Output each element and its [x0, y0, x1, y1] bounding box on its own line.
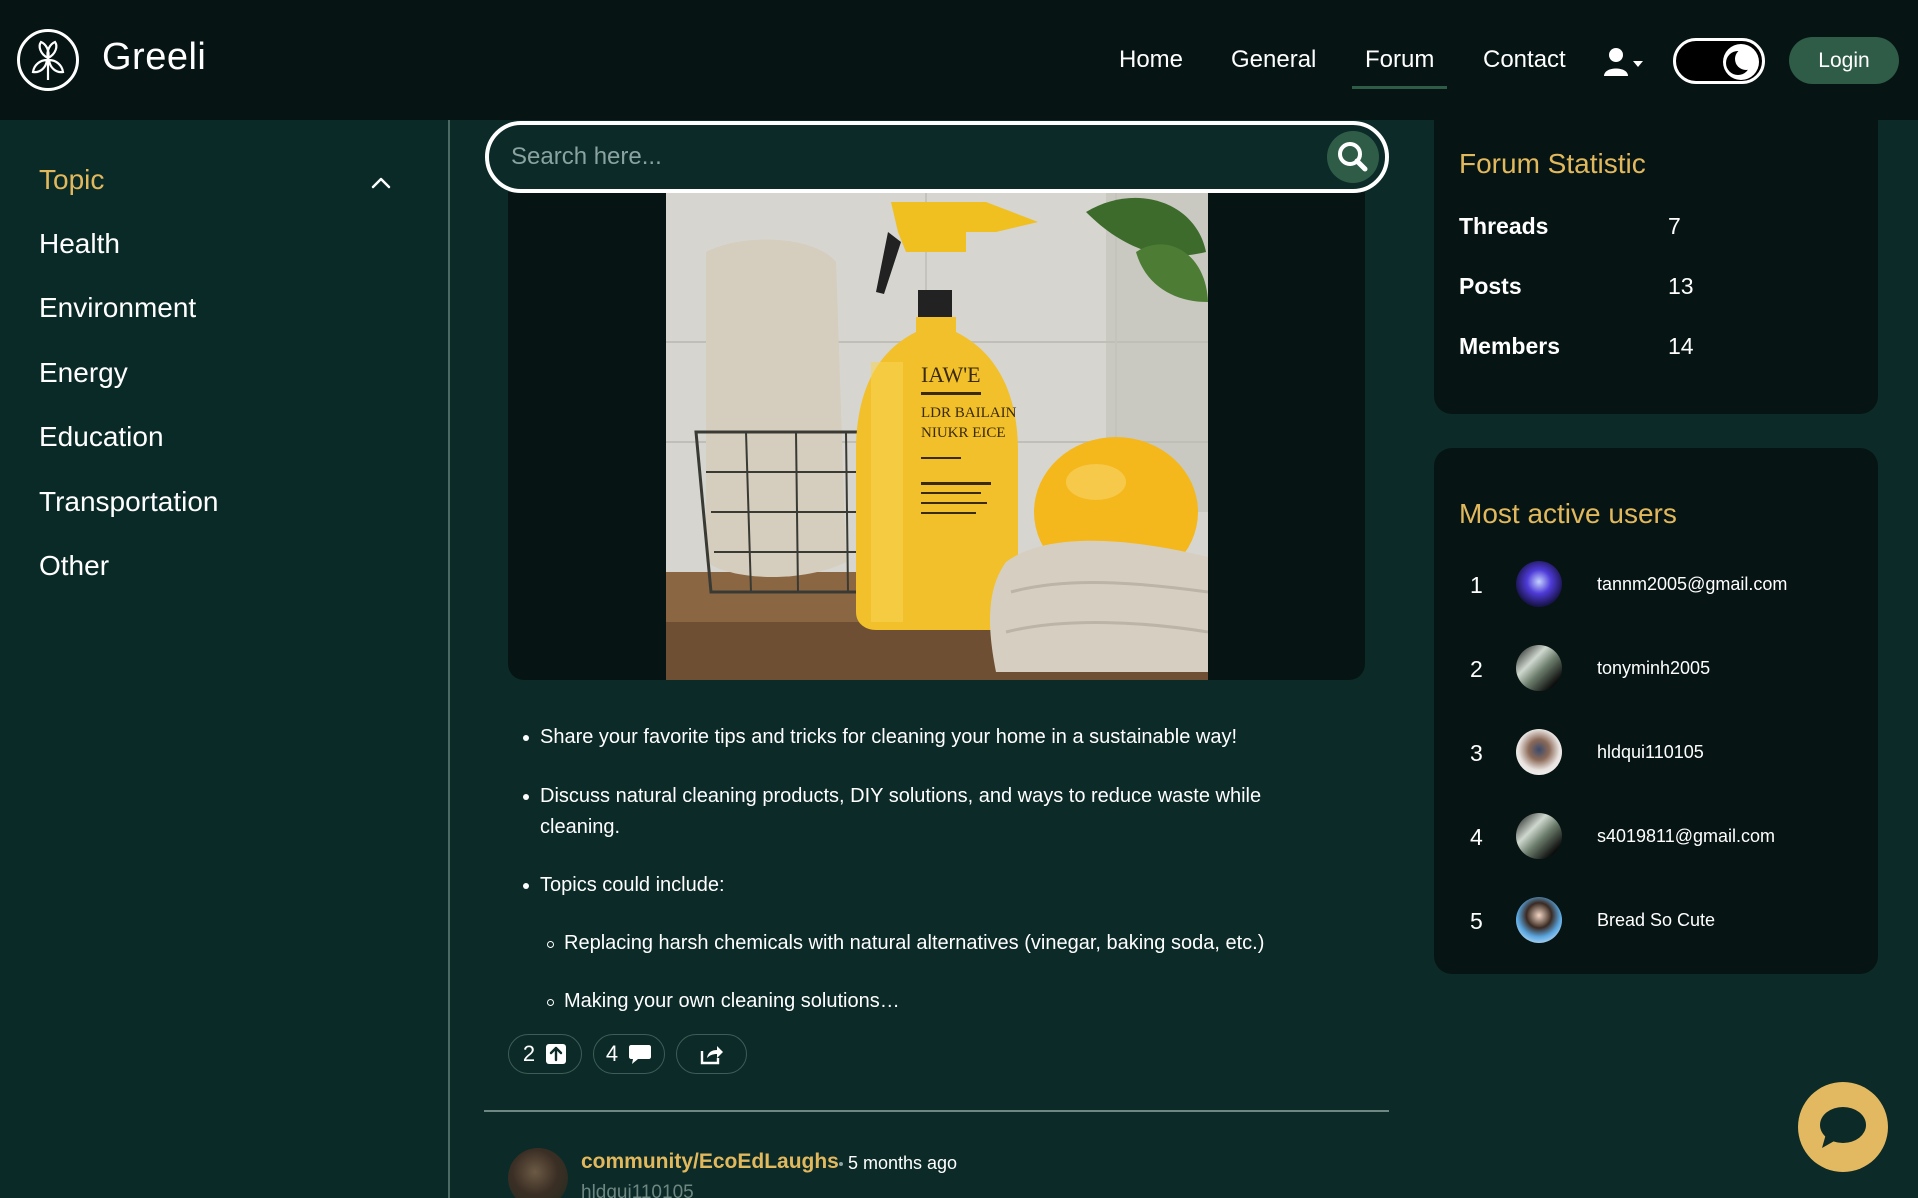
active-user-name[interactable]: tannm2005@gmail.com: [1597, 574, 1787, 595]
sidebar-item-other[interactable]: Other: [39, 550, 109, 582]
post-sub-bullet: Making your own cleaning solutions…: [547, 986, 900, 1017]
sidebar-item-health[interactable]: Health: [39, 228, 120, 260]
chevron-up-icon[interactable]: [370, 172, 392, 194]
community-link[interactable]: community/EcoEdLaughs: [581, 1150, 839, 1174]
user-menu-button[interactable]: [1600, 46, 1648, 80]
upvote-count: 2: [522, 1041, 536, 1066]
svg-text:NIUKR EICE: NIUKR EICE: [921, 425, 1006, 441]
sidebar-item-energy[interactable]: Energy: [39, 357, 128, 389]
avatar[interactable]: [1516, 645, 1562, 691]
upvote-button[interactable]: 2: [508, 1034, 582, 1074]
stat-value-threads: 7: [1668, 213, 1681, 239]
comments-button[interactable]: 4: [593, 1034, 665, 1074]
stat-label-posts: Posts: [1459, 273, 1522, 299]
nav-forum[interactable]: Forum: [1365, 46, 1434, 74]
theme-toggle[interactable]: [1673, 38, 1765, 84]
nav-home[interactable]: Home: [1119, 46, 1183, 74]
post-bullet: Discuss natural cleaning products, DIY s…: [522, 781, 1261, 812]
post-bullet: Share your favorite tips and tricks for …: [522, 722, 1237, 753]
top-navbar: Greeli Home General Forum Contact Login: [0, 0, 1918, 120]
stat-value-members: 14: [1668, 333, 1694, 359]
active-user-name[interactable]: hldqui110105: [1597, 742, 1704, 763]
search-icon: [1338, 142, 1368, 172]
post-image[interactable]: IAW'E LDR BAILAIN NIUKR EICE: [666, 192, 1208, 680]
user-rank: 5: [1470, 908, 1483, 934]
search-input[interactable]: [511, 141, 1291, 173]
user-rank: 4: [1470, 824, 1483, 850]
post-timestamp: 5 months ago: [848, 1153, 958, 1173]
avatar[interactable]: [508, 1148, 568, 1198]
active-user-name[interactable]: Bread So Cute: [1597, 910, 1715, 931]
brand-name[interactable]: Greeli: [102, 36, 206, 79]
most-active-users-card: Most active users 1 tannm2005@gmail.com …: [1434, 448, 1878, 974]
stat-value-posts: 13: [1668, 273, 1694, 299]
post-author[interactable]: hldqui110105: [581, 1182, 694, 1198]
active-user-name[interactable]: tonyminh2005: [1597, 658, 1710, 679]
avatar[interactable]: [1516, 561, 1562, 607]
comment-icon: [629, 1045, 652, 1064]
post-sub-bullet: Replacing harsh chemicals with natural a…: [546, 928, 1264, 959]
stat-label-threads: Threads: [1459, 213, 1549, 239]
chat-button[interactable]: [1798, 1082, 1888, 1172]
sidebar-item-environment[interactable]: Environment: [39, 292, 196, 324]
post-divider: [484, 1110, 1389, 1112]
avatar[interactable]: [1516, 729, 1562, 775]
stat-label-members: Members: [1459, 333, 1560, 359]
avatar[interactable]: [1516, 897, 1562, 943]
post-bullet: Topics could include:: [523, 870, 725, 901]
caret-down-icon: [1633, 61, 1643, 67]
user-rank: 2: [1470, 656, 1483, 682]
active-user-name[interactable]: s4019811@gmail.com: [1597, 826, 1775, 847]
user-rank: 3: [1470, 740, 1483, 766]
user-icon: [1604, 48, 1643, 76]
post-bullet-continuation: cleaning.: [540, 812, 620, 843]
sidebar-item-transportation[interactable]: Transportation: [39, 486, 219, 518]
forum-statistic-title: Forum Statistic: [1459, 148, 1646, 179]
user-rank: 1: [1470, 572, 1483, 598]
upvote-icon: [546, 1044, 567, 1064]
svg-text:IAW'E: IAW'E: [921, 362, 981, 387]
share-icon: [700, 1046, 723, 1065]
most-active-users-title: Most active users: [1459, 498, 1677, 529]
post-image-card: IAW'E LDR BAILAIN NIUKR EICE: [508, 192, 1365, 680]
forum-statistic-card: Forum Statistic Threads 7 Posts 13 Membe…: [1434, 120, 1878, 414]
post-bullet-text: cleaning.: [540, 816, 621, 838]
leaf-logo-icon[interactable]: [17, 29, 79, 91]
share-button[interactable]: [676, 1034, 747, 1074]
comment-count: 4: [605, 1041, 619, 1066]
avatar[interactable]: [1516, 813, 1562, 859]
topic-heading[interactable]: Topic: [39, 164, 104, 196]
search-button[interactable]: [1327, 131, 1379, 183]
topic-sidebar: Topic Health Environment Energy Educatio…: [0, 120, 450, 1198]
svg-text:LDR BAILAIN: LDR BAILAIN: [921, 405, 1017, 421]
search-bar: [485, 121, 1389, 193]
active-nav-indicator: [1352, 86, 1447, 89]
chat-bubble-icon: [1820, 1107, 1866, 1148]
nav-general[interactable]: General: [1231, 46, 1316, 74]
login-button[interactable]: Login: [1789, 37, 1899, 84]
cleaning-products-photo: IAW'E LDR BAILAIN NIUKR EICE: [666, 192, 1208, 680]
moon-icon: [1723, 44, 1759, 80]
nav-contact[interactable]: Contact: [1483, 46, 1566, 74]
separator-dot: [839, 1162, 843, 1166]
sidebar-item-education[interactable]: Education: [39, 421, 164, 453]
